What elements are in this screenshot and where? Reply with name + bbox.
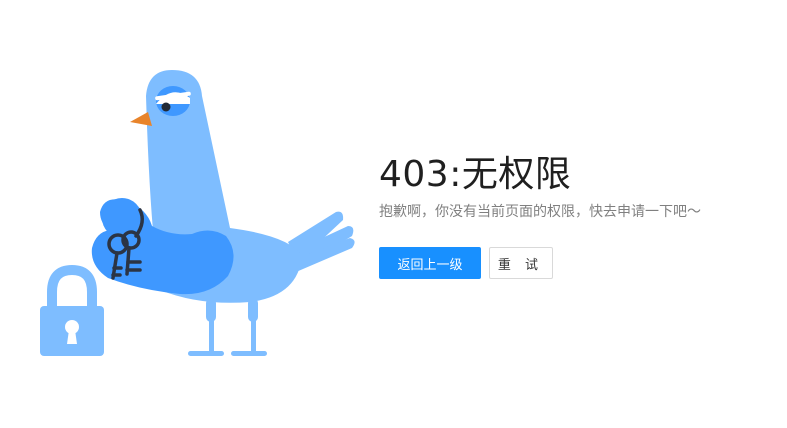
error-description: 抱歉啊，你没有当前页面的权限，快去申请一下吧～ [379,204,701,220]
pigeon-icon [91,70,355,356]
error-page: 403:无权限 抱歉啊，你没有当前页面的权限，快去申请一下吧～ 返回上一级 重 … [0,0,787,428]
error-title: 403:无权限 [379,154,572,195]
error-actions: 返回上一级 重 试 [379,247,779,279]
back-button[interactable]: 返回上一级 [379,247,481,279]
error-content: 403:无权限 抱歉啊，你没有当前页面的权限，快去申请一下吧～ 返回上一级 重 … [379,152,779,279]
pigeon-with-lock-illustration [40,70,355,356]
retry-button[interactable]: 重 试 [489,247,553,279]
padlock-icon [40,264,104,356]
